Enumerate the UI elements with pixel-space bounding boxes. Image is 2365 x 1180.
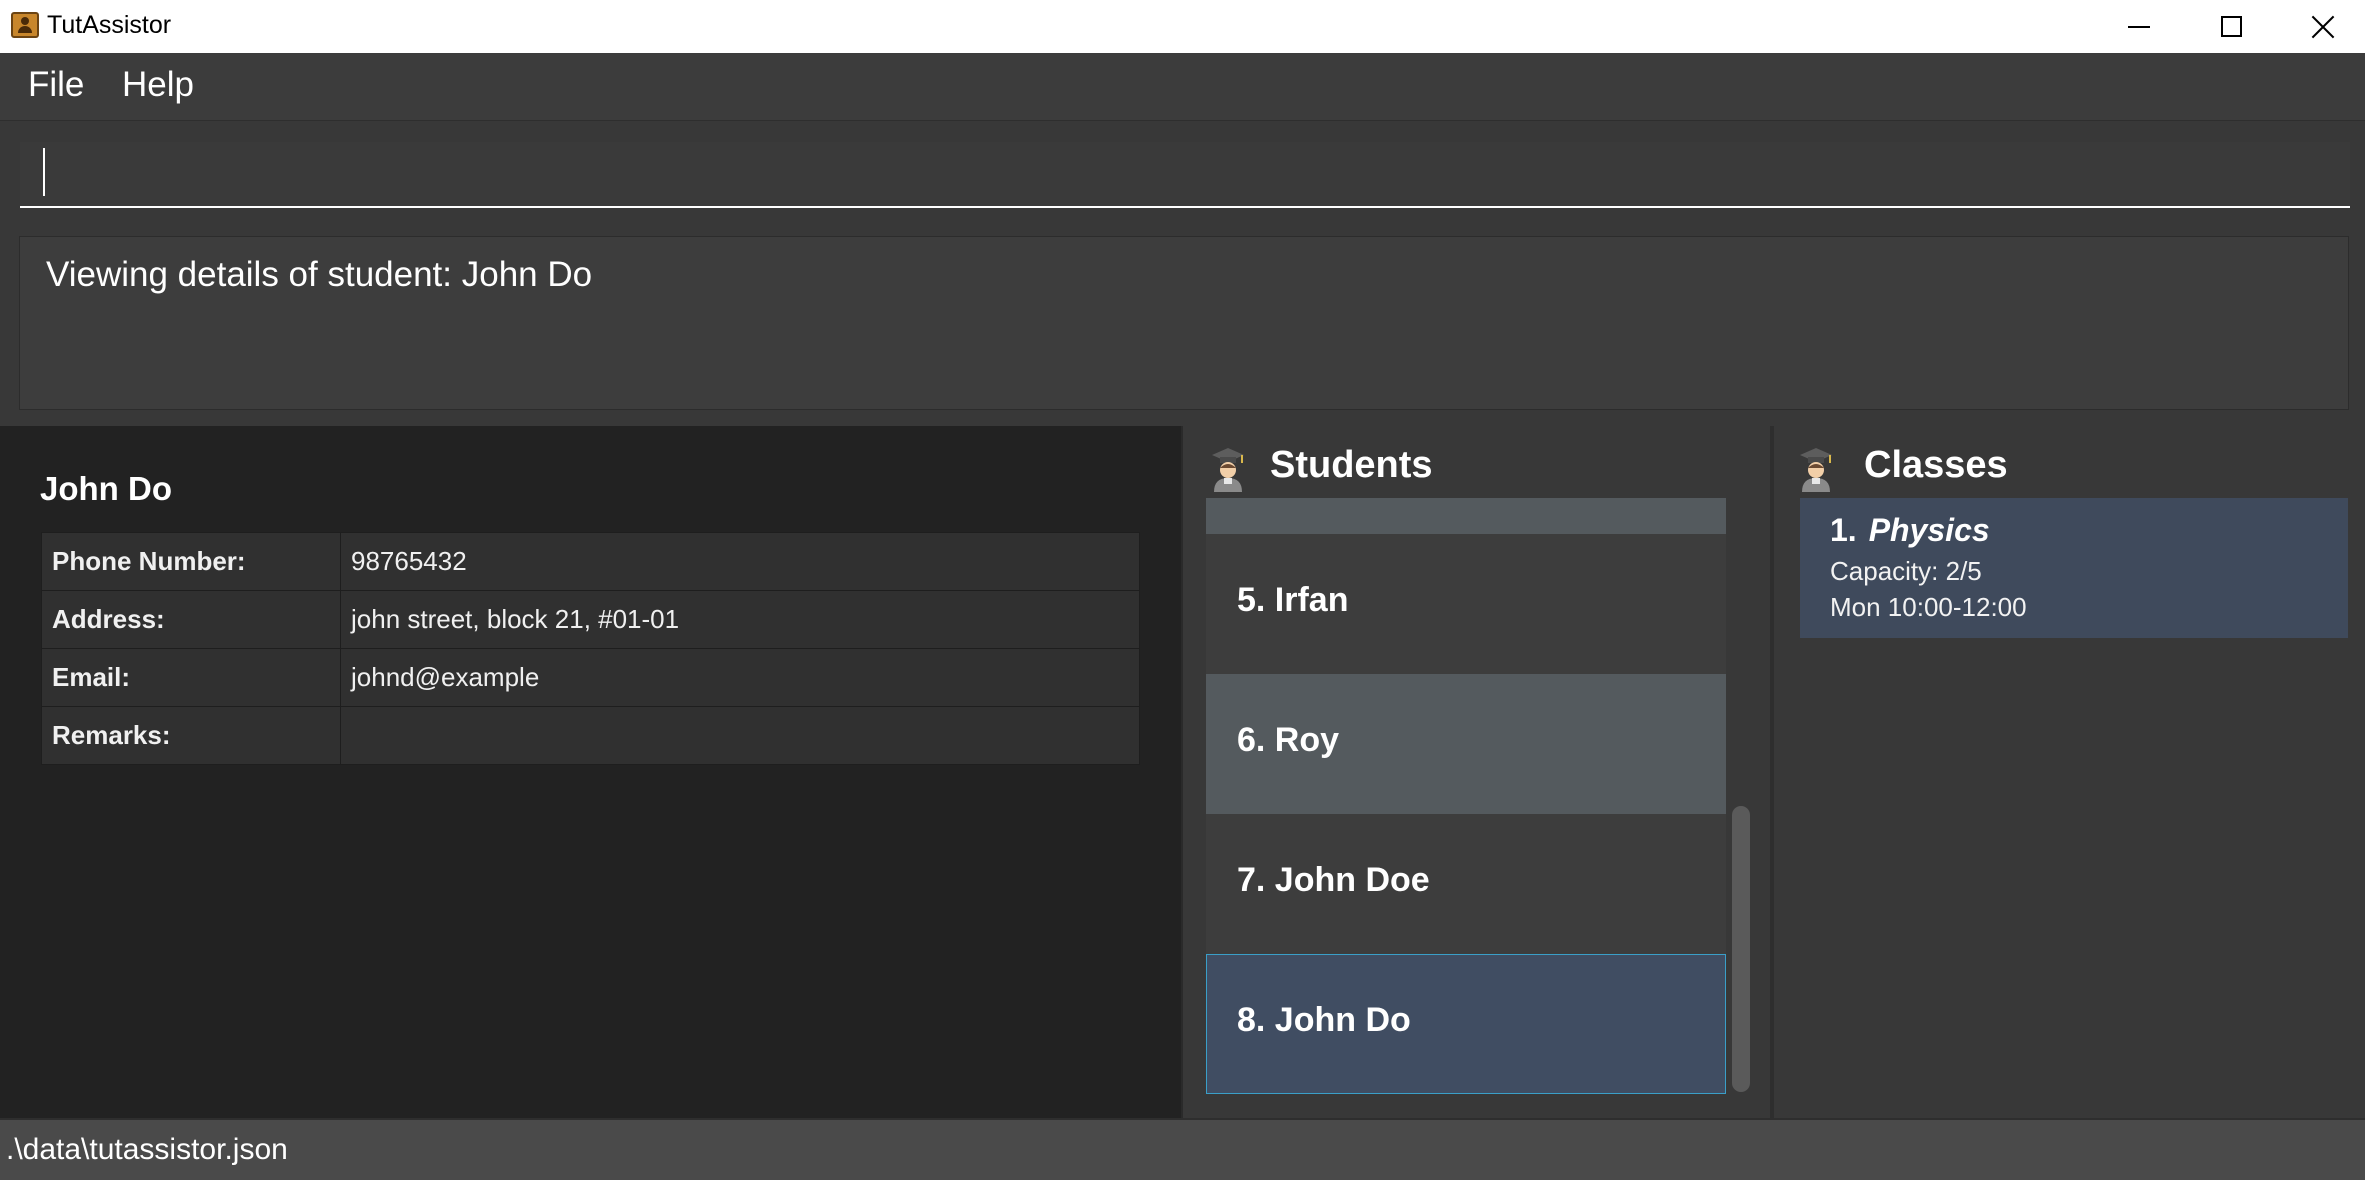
- table-row: Address: john street, block 21, #01-01: [41, 590, 1140, 649]
- menu-help[interactable]: Help: [114, 65, 202, 105]
- command-area: [0, 122, 2365, 230]
- classes-title: Classes: [1864, 444, 2008, 486]
- address-book-icon: [11, 12, 39, 38]
- window-title: TutAssistor: [47, 11, 172, 39]
- class-schedule: Mon 10:00-12:00: [1830, 592, 2027, 622]
- students-panel: Students 5. Irfan 6. Roy 7. John Doe 8. …: [1188, 426, 1774, 1118]
- detail-value: [340, 706, 1140, 765]
- table-row: Remarks:: [41, 706, 1140, 765]
- graduate-icon: [1800, 448, 1832, 492]
- main-area: John Do Phone Number: 98765432 Address: …: [0, 424, 2365, 1118]
- scrollbar[interactable]: [1732, 498, 1750, 1098]
- student-name: John Do: [40, 470, 172, 507]
- detail-label: Address:: [41, 590, 341, 649]
- class-heading: 1. Physics: [1830, 512, 1990, 549]
- class-capacity: Capacity: 2/5: [1830, 556, 1982, 586]
- student-label: 8. John Do: [1237, 1001, 1411, 1039]
- detail-label: Email:: [41, 648, 341, 707]
- menu-file[interactable]: File: [20, 65, 92, 105]
- minimize-button[interactable]: [2093, 0, 2185, 53]
- class-card[interactable]: 1. Physics Capacity: 2/5 Mon 10:00-12:00: [1800, 498, 2348, 638]
- scrollbar-thumb[interactable]: [1732, 806, 1750, 1092]
- status-bar: .\data\tutassistor.json: [0, 1118, 2365, 1180]
- title-bar: TutAssistor: [0, 0, 2365, 53]
- graduate-icon: [1212, 448, 1244, 492]
- list-item[interactable]: 7. John Doe: [1206, 814, 1726, 954]
- table-row: Phone Number: 98765432: [41, 532, 1140, 591]
- class-index: 1.: [1830, 512, 1857, 548]
- student-label: 6. Roy: [1237, 721, 1340, 759]
- result-display: Viewing details of student: John Do: [19, 236, 2349, 410]
- command-input[interactable]: [20, 142, 2350, 208]
- result-message: Viewing details of student: John Do: [46, 255, 593, 294]
- maximize-icon: [2220, 16, 2242, 37]
- list-item-selected[interactable]: 8. John Do: [1206, 954, 1726, 1094]
- minimize-icon: [2128, 25, 2150, 28]
- classes-panel: Classes 1. Physics Capacity: 2/5 Mon 10:0…: [1778, 426, 2365, 1118]
- list-item[interactable]: [1206, 498, 1726, 534]
- student-label: 7. John Doe: [1237, 861, 1430, 899]
- table-row: Email: johnd@example: [41, 648, 1140, 707]
- list-item[interactable]: 6. Roy: [1206, 674, 1726, 814]
- detail-value: john street, block 21, #01-01: [340, 590, 1140, 649]
- text-cursor: [43, 148, 45, 196]
- detail-value: johnd@example: [340, 648, 1140, 707]
- data-file-path: .\data\tutassistor.json: [6, 1133, 288, 1166]
- list-item[interactable]: 5. Irfan: [1206, 534, 1726, 674]
- menu-bar: File Help: [0, 53, 2365, 121]
- maximize-button[interactable]: [2185, 0, 2277, 53]
- detail-value: 98765432: [340, 532, 1140, 591]
- detail-label: Remarks:: [41, 706, 341, 765]
- close-icon: [2311, 15, 2335, 39]
- detail-label: Phone Number:: [41, 532, 341, 591]
- student-details-panel: John Do Phone Number: 98765432 Address: …: [0, 426, 1183, 1118]
- students-title: Students: [1270, 444, 1433, 486]
- close-button[interactable]: [2277, 0, 2365, 53]
- details-table: Phone Number: 98765432 Address: john str…: [41, 532, 1140, 765]
- student-label: 5. Irfan: [1237, 581, 1349, 619]
- class-name: Physics: [1868, 512, 1990, 548]
- student-list[interactable]: 5. Irfan 6. Roy 7. John Doe 8. John Do: [1206, 498, 1726, 1098]
